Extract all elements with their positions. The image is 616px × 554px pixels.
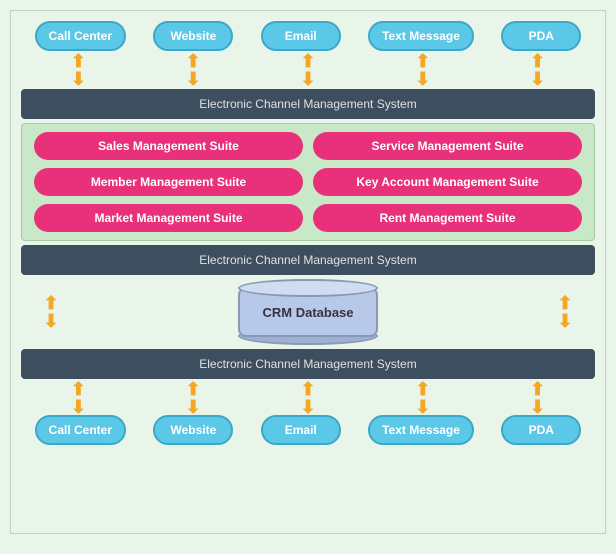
arrow-1: ⬆⬇ xyxy=(63,52,93,88)
suite-area: Sales Management Suite Member Management… xyxy=(21,123,595,241)
crm-database: CRM Database xyxy=(238,279,378,345)
top-channel-row: Call Center Website Email Text Message P… xyxy=(21,21,595,51)
bot-arrow-2: ⬆⬇ xyxy=(178,380,208,416)
top-call-center: Call Center xyxy=(35,21,126,51)
bot-email: Email xyxy=(261,415,341,445)
bot-arrow-3: ⬆⬇ xyxy=(293,380,323,416)
bot-arrow-5: ⬆⬇ xyxy=(523,380,553,416)
top-arrow-row: ⬆⬇ ⬆⬇ ⬆⬇ ⬆⬇ ⬆⬇ xyxy=(21,55,595,85)
right-arrow-area: ⬆⬇ xyxy=(535,294,595,330)
ecms-bar-top: Electronic Channel Management System xyxy=(21,89,595,119)
suite-market: Market Management Suite xyxy=(34,204,303,232)
bottom-channel-row: Call Center Website Email Text Message P… xyxy=(21,415,595,445)
top-pda: PDA xyxy=(501,21,581,51)
main-container: Call Center Website Email Text Message P… xyxy=(10,10,606,534)
crm-center: CRM Database xyxy=(81,279,535,345)
suite-service: Service Management Suite xyxy=(313,132,582,160)
bottom-arrow-row: ⬆⬇ ⬆⬇ ⬆⬇ ⬆⬇ ⬆⬇ xyxy=(21,383,595,413)
middle-section: ⬆⬇ CRM Database ⬆⬇ xyxy=(21,279,595,345)
bot-arrow-1: ⬆⬇ xyxy=(63,380,93,416)
top-email: Email xyxy=(261,21,341,51)
ecms-bar-bot: Electronic Channel Management System xyxy=(21,349,595,379)
crm-label: CRM Database xyxy=(262,305,353,320)
suite-rent: Rent Management Suite xyxy=(313,204,582,232)
ecms-bar-mid: Electronic Channel Management System xyxy=(21,245,595,275)
bot-arrow-4: ⬆⬇ xyxy=(408,380,438,416)
suite-col-left: Sales Management Suite Member Management… xyxy=(34,132,303,232)
bot-pda: PDA xyxy=(501,415,581,445)
top-website: Website xyxy=(153,21,233,51)
suite-col-right: Service Management Suite Key Account Man… xyxy=(313,132,582,232)
right-updown-arrow: ⬆⬇ xyxy=(550,294,580,330)
arrow-5: ⬆⬇ xyxy=(523,52,553,88)
suite-key-account: Key Account Management Suite xyxy=(313,168,582,196)
top-text-message: Text Message xyxy=(368,21,474,51)
arrow-2: ⬆⬇ xyxy=(178,52,208,88)
bot-call-center: Call Center xyxy=(35,415,126,445)
bot-text-message: Text Message xyxy=(368,415,474,445)
left-updown-arrow: ⬆⬇ xyxy=(36,294,66,330)
suite-member: Member Management Suite xyxy=(34,168,303,196)
bot-website: Website xyxy=(153,415,233,445)
suite-sales: Sales Management Suite xyxy=(34,132,303,160)
arrow-4: ⬆⬇ xyxy=(408,52,438,88)
arrow-3: ⬆⬇ xyxy=(293,52,323,88)
left-arrow-area: ⬆⬇ xyxy=(21,294,81,330)
cylinder-top xyxy=(238,279,378,297)
